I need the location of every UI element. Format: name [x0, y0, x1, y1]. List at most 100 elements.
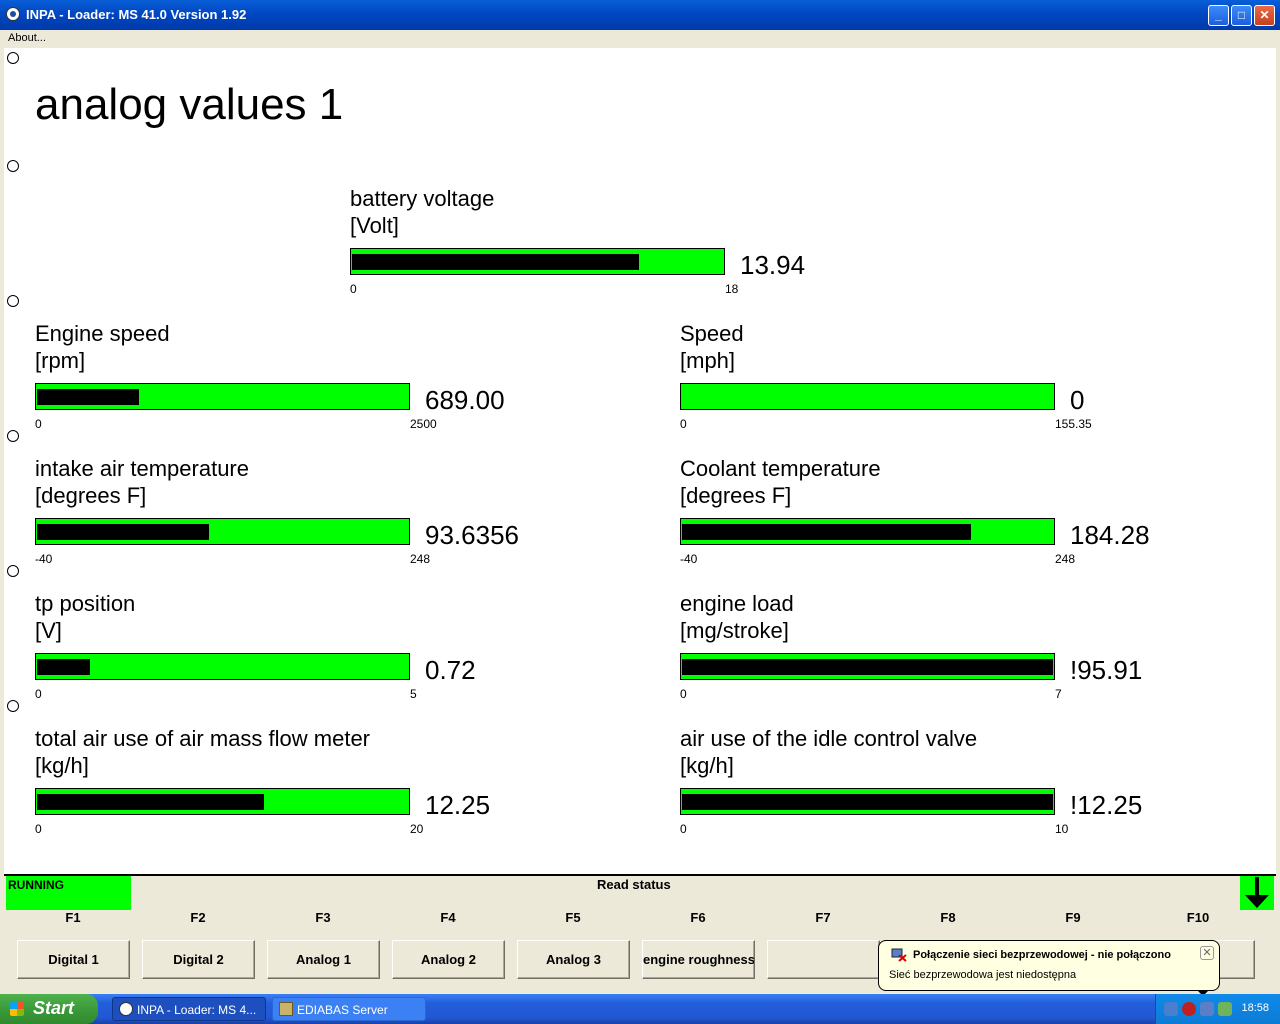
gauge-fill [37, 389, 139, 405]
gauge-unit: [mg/stroke] [680, 618, 789, 643]
taskbar-item-ediabas[interactable]: EDIABAS Server [272, 997, 426, 1021]
gauge-engine-load: engine load [mg/stroke] !95.91 0 7 [680, 591, 1240, 701]
gauge-unit: [mph] [680, 348, 736, 373]
window-title: INPA - Loader: MS 41.0 Version 1.92 [26, 7, 247, 22]
page-title: analog values 1 [35, 80, 344, 129]
fkey-label-f3: F3 [315, 910, 331, 925]
gauge-fill [682, 794, 1053, 810]
connection-icon[interactable] [1218, 1002, 1232, 1016]
wireless-notification-balloon[interactable]: Połączenie sieci bezprzewodowej - nie po… [878, 940, 1220, 996]
gauge-engine-speed: Engine speed [rpm] 689.00 0 2500 [35, 321, 595, 431]
radio-marker [7, 700, 19, 712]
f7-button[interactable] [767, 940, 880, 979]
gauge-fill [37, 659, 90, 675]
gauge-bar [35, 383, 410, 410]
gauge-name: air use of the idle control valve [680, 726, 978, 751]
gauge-min: 0 [35, 822, 42, 836]
gauge-bar [35, 518, 410, 545]
maximize-button[interactable]: □ [1231, 5, 1252, 26]
close-button[interactable]: ✕ [1254, 5, 1275, 26]
fkey-label-f5: F5 [565, 910, 581, 925]
gauge-tp-position: tp position [V] 0.72 0 5 [35, 591, 595, 701]
gauge-value: 0.72 [425, 655, 476, 685]
gauge-name: tp position [35, 591, 136, 616]
radio-marker [7, 430, 19, 442]
client-area: analog values 1 battery voltage [Volt] 1… [4, 48, 1276, 874]
security-shield-icon[interactable] [1182, 1002, 1196, 1016]
gauge-fill [352, 254, 639, 270]
gauge-bar [680, 653, 1055, 680]
gauge-value: !95.91 [1070, 655, 1143, 685]
gauge-value: !12.25 [1070, 790, 1143, 820]
wireless-disconnected-icon[interactable] [1200, 1002, 1214, 1016]
fkey-label-f4: F4 [440, 910, 456, 925]
gauge-name: Coolant temperature [680, 456, 881, 481]
gauge-bar [680, 788, 1055, 815]
system-tray: 18:58 [1155, 994, 1280, 1024]
gauge-fill [682, 659, 1053, 675]
fkey-label-f10: F10 [1186, 910, 1210, 925]
fkey-label-f6: F6 [690, 910, 706, 925]
gauge-max: 18 [725, 282, 739, 296]
gauge-max: 5 [410, 687, 417, 701]
minimize-button[interactable]: _ [1208, 5, 1229, 26]
gauge-max: 10 [1055, 822, 1069, 836]
f6-engine-roughness-button[interactable]: engine roughness [642, 940, 755, 979]
gauge-total-air-use-mass-flow-meter: total air use of air mass flow meter [kg… [35, 726, 595, 836]
fkey-label-f8: F8 [940, 910, 956, 925]
title-bar: INPA - Loader: MS 41.0 Version 1.92 _ □ … [0, 0, 1280, 30]
network-icon[interactable] [1164, 1002, 1178, 1016]
gauge-value: 12.25 [425, 790, 491, 820]
running-indicator: RUNNING [6, 876, 131, 910]
taskbar-item-inpa[interactable]: INPA - Loader: MS 4... [112, 997, 266, 1021]
start-button[interactable]: Start [0, 994, 98, 1024]
fkey-label-f9: F9 [1065, 910, 1081, 925]
menu-about[interactable]: About... [8, 32, 46, 44]
f1-digital-1-button[interactable]: Digital 1 [17, 940, 130, 979]
gauge-max: 155.35 [1055, 417, 1092, 431]
gauge-min: 0 [35, 687, 42, 701]
gauge-value: 93.6356 [425, 520, 519, 550]
gauge-unit: [V] [35, 618, 62, 643]
scroll-down-indicator [1240, 876, 1274, 910]
gauge-name: battery voltage [350, 186, 495, 211]
f4-analog-2-button[interactable]: Analog 2 [392, 940, 505, 979]
gauge-name: Engine speed [35, 321, 170, 346]
taskbar-item-label: EDIABAS Server [297, 1003, 388, 1017]
wireless-disconnected-icon [891, 948, 907, 962]
gauge-air-use-idle-control-valve: air use of the idle control valve [kg/h]… [680, 726, 1240, 836]
radio-marker [7, 160, 19, 172]
gauge-max: 7 [1055, 687, 1062, 701]
gauge-fill [682, 524, 971, 540]
gauge-name: intake air temperature [35, 456, 249, 481]
balloon-text: Sieć bezprzewodowa jest niedostępna [889, 969, 1077, 981]
gauge-speed: Speed [mph] 0 0 155.35 [680, 321, 1240, 431]
gauge-bar [35, 788, 410, 815]
balloon-close-icon[interactable]: ✕ [1200, 946, 1214, 960]
radio-marker [7, 295, 19, 307]
clock: 18:58 [1241, 1002, 1269, 1014]
f5-analog-3-button[interactable]: Analog 3 [517, 940, 630, 979]
radio-marker [7, 565, 19, 577]
f2-digital-2-button[interactable]: Digital 2 [142, 940, 255, 979]
gauge-unit: [degrees F] [35, 483, 147, 508]
taskbar: Start INPA - Loader: MS 4... EDIABAS Ser… [0, 994, 1280, 1024]
gauge-name: engine load [680, 591, 794, 616]
gauge-unit: [rpm] [35, 348, 86, 373]
f3-analog-1-button[interactable]: Analog 1 [267, 940, 380, 979]
gauge-max: 248 [410, 552, 431, 566]
status-bar: RUNNING Read status [4, 874, 1276, 910]
gauge-name: total air use of air mass flow meter [35, 726, 371, 751]
balloon-title: Połączenie sieci bezprzewodowej - nie po… [913, 949, 1171, 961]
windows-logo-icon [10, 1002, 24, 1016]
gauge-bar [35, 653, 410, 680]
gauge-name: Speed [680, 321, 744, 346]
taskbar-item-label: INPA - Loader: MS 4... [137, 1003, 257, 1017]
gauge-unit: [kg/h] [35, 753, 89, 778]
gauge-min: 0 [680, 822, 687, 836]
gauge-value: 184.28 [1070, 520, 1150, 550]
gauge-coolant-temperature: Coolant temperature [degrees F] 184.28 -… [680, 456, 1240, 566]
gauge-min: -40 [35, 552, 53, 566]
gauge-unit: [degrees F] [680, 483, 792, 508]
gauge-unit: [Volt] [350, 213, 399, 238]
